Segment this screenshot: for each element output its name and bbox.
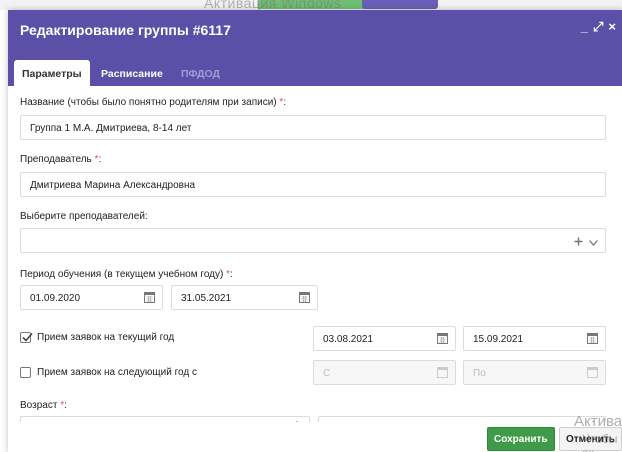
tab-pfdod: ПФДОД [181,68,220,80]
current-year-label: Прием заявок на текущий год [37,332,175,343]
background-purple-button [362,0,438,9]
period-end-value: 31.05.2021 [181,293,232,304]
dialog-title: Редактирование группы #6117 [20,22,231,38]
dialog-tabs: Параметры Расписание ПФДОД [8,52,622,86]
current-year-checkbox[interactable] [20,332,33,343]
teachers-select-label: Выберите преподавателей: [20,211,148,222]
current-year-start-input[interactable]: 03.08.2021 [313,326,456,351]
activation-watermark-line1: Актива [574,413,622,430]
period-start-input[interactable]: 01.09.2020 [20,285,163,310]
teacher-input[interactable]: Дмитриева Марина Александровна [20,172,606,197]
period-end-input[interactable]: 31.05.2021 [171,285,318,310]
next-year-row: Прием заявок на следующий год с [20,367,197,378]
next-year-from-input: С [313,360,456,385]
name-input[interactable]: Группа 1 М.А. Дмитриева, 8-14 лет [20,115,606,140]
minimize-icon[interactable]: _ [581,20,588,34]
current-year-start-value: 03.08.2021 [323,334,374,345]
chevron-down-icon[interactable] [589,235,598,249]
window-controls: _ ⤢ × [581,20,616,34]
current-year-end-value: 15.09.2021 [473,334,524,345]
teachers-select[interactable] [20,228,606,253]
close-icon[interactable]: × [608,20,616,34]
age-label: Возраст *: [20,400,67,411]
teachers-select-icons [574,235,598,249]
plus-icon[interactable] [574,235,583,249]
save-button[interactable]: Сохранить [487,427,555,451]
dialog-footer: Сохранить Отменить [8,422,622,452]
next-year-from-placeholder: С [323,368,331,379]
tab-schedule[interactable]: Расписание [93,60,171,86]
dialog-titlebar: Редактирование группы #6117 _ ⤢ × [8,10,622,52]
current-year-end-input[interactable]: 15.09.2021 [463,326,606,351]
calendar-icon[interactable] [144,291,155,303]
next-year-checkbox[interactable] [20,367,31,378]
maximize-icon[interactable]: ⤢ [593,20,603,34]
period-label: Период обучения (в текущем учебном году)… [20,269,233,280]
calendar-icon [587,366,598,378]
next-year-label: Прием заявок на следующий год с [37,367,197,378]
name-label: Название (чтобы было понятно родителям п… [20,97,287,108]
teacher-label: Преподаватель *: [20,154,102,165]
calendar-icon[interactable] [299,291,310,303]
form-content: Название (чтобы было понятно родителям п… [8,86,622,422]
next-year-to-input: По [463,360,606,385]
tab-parameters[interactable]: Параметры [14,60,90,86]
next-year-to-placeholder: По [473,368,486,379]
calendar-icon[interactable] [437,332,448,344]
calendar-icon [437,366,448,378]
calendar-icon[interactable] [587,332,598,344]
activation-watermark-line2: Чтобы ак [582,432,618,452]
edit-group-dialog: Редактирование группы #6117 _ ⤢ × Параме… [8,10,622,452]
period-start-value: 01.09.2020 [30,293,81,304]
current-year-row: Прием заявок на текущий год [20,332,174,343]
